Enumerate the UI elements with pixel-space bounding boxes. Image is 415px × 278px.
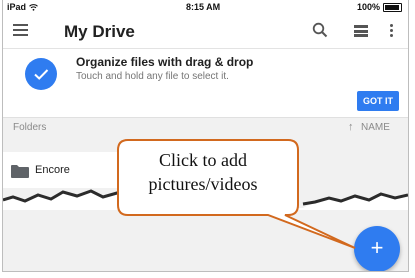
status-battery: 100% [357, 2, 402, 12]
battery-percent: 100% [356, 2, 380, 12]
battery-icon [383, 2, 402, 12]
menu-icon[interactable] [13, 24, 28, 36]
add-icon: + [370, 235, 384, 260]
sort-by-name[interactable]: NAME [361, 122, 390, 133]
wifi-icon [28, 4, 38, 11]
status-time: 8:15 AM [186, 2, 221, 12]
page-title: My Drive [64, 22, 135, 41]
status-device: iPad [7, 2, 38, 12]
section-label: Folders [13, 122, 47, 133]
tip-subtitle: Touch and hold any file to select it. [76, 71, 229, 82]
app-bar: My Drive [3, 14, 408, 49]
folder-name: Encore [35, 164, 70, 176]
tip-card: Organize files with drag & drop Touch an… [3, 49, 408, 118]
more-vert-icon[interactable] [390, 24, 394, 38]
callout-line-1: Click to add [159, 150, 247, 170]
drive-screen: iPad 8:15 AM 100% My Drive Organize file… [2, 0, 409, 272]
folder-icon [11, 165, 29, 178]
add-button[interactable]: + [354, 226, 400, 271]
got-it-button[interactable]: GOT IT [357, 91, 399, 111]
sort-arrow-icon[interactable]: ↑ [348, 121, 354, 133]
check-icon [25, 58, 57, 90]
search-icon[interactable] [312, 22, 328, 38]
empty-area [3, 210, 408, 271]
status-bar: iPad 8:15 AM 100% [3, 0, 408, 14]
callout-text: Click to add pictures/videos [128, 148, 278, 196]
tip-title: Organize files with drag & drop [76, 55, 254, 69]
list-header: Folders ↑ NAME [3, 118, 408, 142]
list-view-icon[interactable] [354, 25, 368, 37]
callout-line-2: pictures/videos [148, 174, 258, 194]
